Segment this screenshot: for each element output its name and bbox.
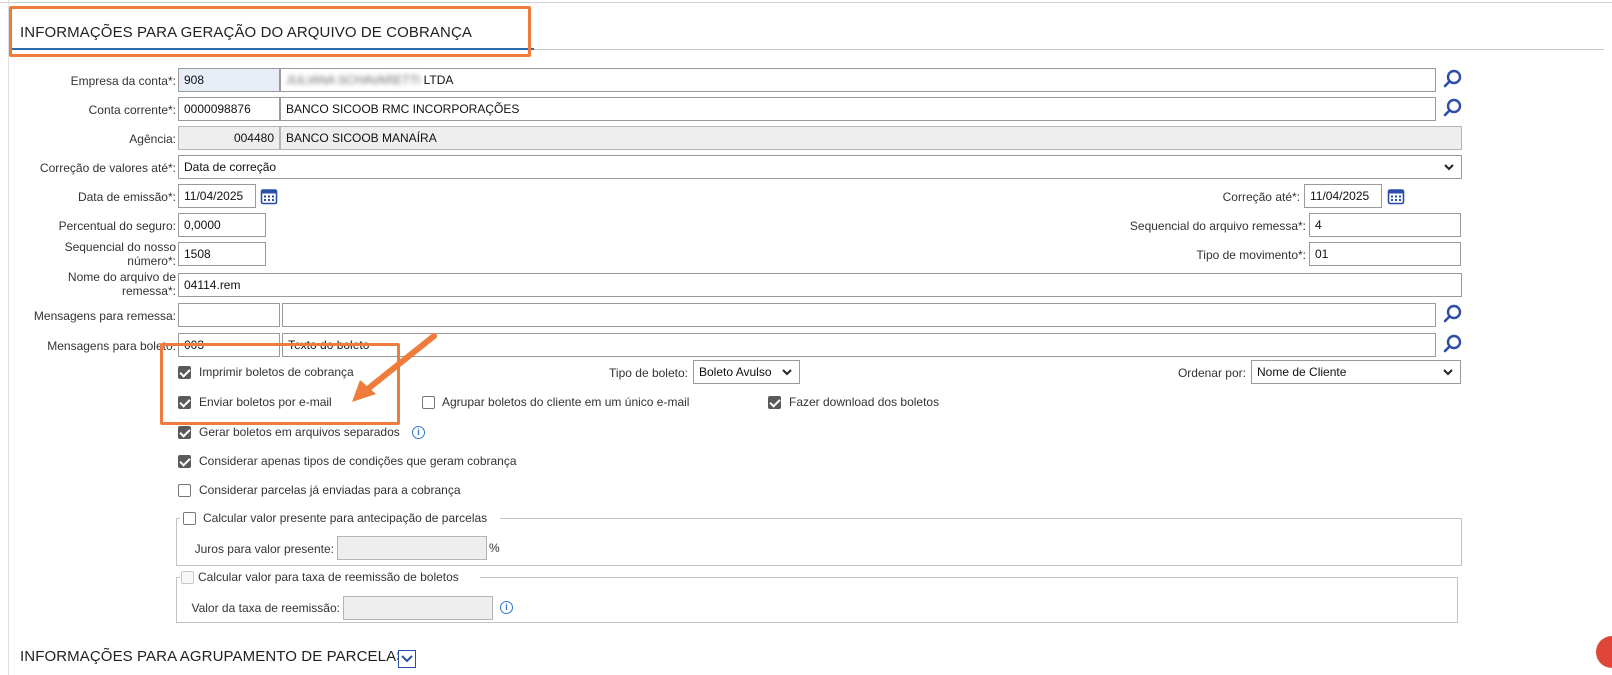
correcao-ate-field[interactable]: 11/04/2025 <box>1304 184 1382 208</box>
sequencial-nosso-label-line2: número*: <box>127 254 176 268</box>
tipo-boleto-value: Boleto Avulso <box>699 365 772 379</box>
download-checkbox[interactable] <box>768 396 781 409</box>
tipo-movimento-field[interactable]: 01 <box>1309 242 1461 266</box>
nome-arquivo-field[interactable]: 04114.rem <box>178 273 1462 297</box>
ordenar-value: Nome de Cliente <box>1257 365 1347 379</box>
next-section-title: INFORMAÇÕES PARA AGRUPAMENTO DE PARCELAS <box>20 648 407 665</box>
sequencial-nosso-label-line1: Sequencial do nosso <box>64 240 176 254</box>
separados-checkbox[interactable] <box>178 426 191 439</box>
reemissao-legend: Calcular valor para taxa de reemissão de… <box>198 570 459 584</box>
mensagens-remessa-label: Mensagens para remessa: <box>33 309 176 323</box>
agencia-name-field: BANCO SICOOB MANAÍRA <box>280 126 1462 150</box>
arrow-annotation-icon <box>352 333 437 402</box>
considerar-parcelas-label: Considerar parcelas já enviadas para a c… <box>199 483 461 497</box>
mensagens-remessa-text-field[interactable] <box>282 303 1436 327</box>
search-icon[interactable] <box>1442 333 1464 355</box>
correcao-valores-label: Correção de valores até*: <box>39 161 176 175</box>
juros-field <box>337 536 487 560</box>
conta-code-field[interactable]: 0000098876 <box>178 97 280 121</box>
correcao-ate-label: Correção até*: <box>1222 190 1300 204</box>
calendar-icon[interactable] <box>1387 187 1405 205</box>
empresa-name-field[interactable]: JULIANA SCHAVARETTI LTDA <box>280 68 1436 92</box>
search-icon[interactable] <box>1442 97 1464 119</box>
sequencial-arquivo-label: Sequencial do arquivo remessa*: <box>1129 219 1306 233</box>
sequencial-nosso-field[interactable]: 1508 <box>178 242 266 266</box>
tipo-movimento-label: Tipo de movimento*: <box>1196 248 1306 262</box>
agencia-code-field: 004480 <box>178 126 280 150</box>
tipo-boleto-label: Tipo de boleto: <box>609 366 688 380</box>
empresa-code-field[interactable]: 908 <box>178 68 280 92</box>
correcao-valores-value: Data de correção <box>184 160 277 174</box>
search-icon[interactable] <box>1442 68 1464 90</box>
mensagens-boleto-text-field[interactable]: Texto do boleto <box>282 333 1436 357</box>
data-emissao-label: Data de emissão*: <box>77 190 176 204</box>
empresa-label: Empresa da conta*: <box>70 74 176 88</box>
considerar-tipos-checkbox[interactable] <box>178 455 191 468</box>
nome-arquivo-label: Nome do arquivo de remessa*: <box>20 270 176 298</box>
separados-label: Gerar boletos em arquivos separados <box>199 425 400 439</box>
empresa-name-suffix: LTDA <box>423 73 454 87</box>
data-emissao-field[interactable]: 11/04/2025 <box>178 184 256 208</box>
section-divider <box>534 49 1604 50</box>
sequencial-nosso-label: Sequencial do nosso número*: <box>20 240 176 268</box>
nome-arquivo-label-line1: Nome do arquivo de <box>67 270 176 284</box>
calendar-icon[interactable] <box>260 187 278 205</box>
considerar-parcelas-checkbox[interactable] <box>178 484 191 497</box>
valor-taxa-field <box>343 596 493 620</box>
search-icon[interactable] <box>1442 303 1464 325</box>
chevron-down-icon <box>1443 369 1453 376</box>
tipo-boleto-select[interactable]: Boleto Avulso <box>693 360 800 384</box>
conta-name-field[interactable]: BANCO SICOOB RMC INCORPORAÇÕES <box>280 97 1436 121</box>
juros-unit: % <box>489 541 500 555</box>
reemissao-checkbox[interactable] <box>181 571 194 584</box>
empresa-name-blurred: JULIANA SCHAVARETTI <box>286 73 421 87</box>
valor-presente-legend: Calcular valor presente para antecipação… <box>203 511 488 525</box>
chevron-down-icon[interactable] <box>398 650 416 668</box>
mensagens-remessa-code-field[interactable] <box>178 303 280 327</box>
percentual-seguro-field[interactable]: 0,0000 <box>178 213 266 237</box>
agrupar-label: Agrupar boletos do cliente em um único e… <box>442 395 690 409</box>
chevron-down-icon <box>782 369 792 376</box>
correcao-valores-select[interactable]: Data de correção <box>178 155 1462 179</box>
mensagens-boleto-label: Mensagens para boleto: <box>47 339 176 353</box>
conta-label: Conta corrente*: <box>88 103 176 117</box>
percentual-seguro-label: Percentual do seguro: <box>58 219 176 233</box>
top-border <box>0 2 1612 3</box>
nome-arquivo-label-line2: remessa*: <box>121 284 176 298</box>
left-border <box>8 0 9 675</box>
info-icon[interactable]: i <box>500 601 513 614</box>
highlight-box-title <box>9 6 531 57</box>
ordenar-select[interactable]: Nome de Cliente <box>1251 360 1461 384</box>
download-label: Fazer download dos boletos <box>789 395 940 409</box>
sequencial-arquivo-field[interactable]: 4 <box>1309 213 1461 237</box>
considerar-tipos-label: Considerar apenas tipos de condições que… <box>199 454 517 468</box>
valor-presente-checkbox[interactable] <box>183 512 196 525</box>
ordenar-label: Ordenar por: <box>1177 366 1246 380</box>
info-icon[interactable]: i <box>412 426 425 439</box>
agencia-label: Agência: <box>129 132 176 146</box>
juros-label: Juros para valor presente: <box>194 542 334 556</box>
chevron-down-icon <box>1444 164 1454 171</box>
floating-action-button[interactable] <box>1596 636 1612 668</box>
valor-taxa-label: Valor da taxa de reemissão: <box>191 601 340 615</box>
